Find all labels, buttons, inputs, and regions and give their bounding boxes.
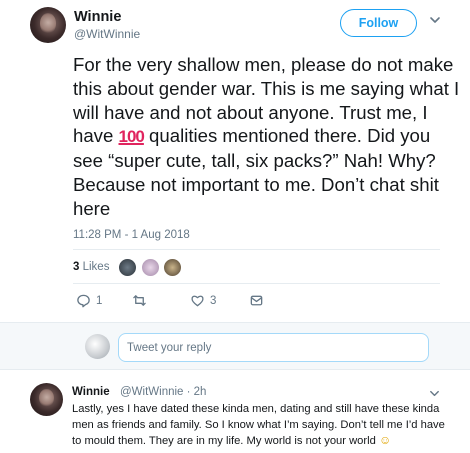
reply-count: 1 [96, 294, 103, 307]
likes-label: Likes [82, 261, 110, 273]
likes-number: 3 [73, 261, 80, 273]
divider [73, 249, 440, 250]
tweet-text: For the very shallow men, please do not … [73, 53, 463, 221]
direct-message-icon [250, 295, 263, 306]
reply-author-name[interactable]: Winnie [72, 386, 110, 398]
heart-icon [191, 295, 204, 307]
reply-author-avatar[interactable] [30, 383, 63, 416]
hundred-points-emoji: 100 [118, 127, 145, 147]
author-handle[interactable]: @WitWinnie [74, 27, 140, 41]
chevron-down-icon[interactable] [428, 387, 441, 400]
retweet-icon [133, 295, 146, 306]
like-button[interactable]: 3 [190, 293, 216, 308]
chevron-down-icon[interactable] [428, 13, 442, 27]
reply-icon [77, 294, 90, 308]
liker-avatar[interactable] [163, 258, 182, 277]
reply-button[interactable]: 1 [76, 293, 102, 308]
tweet-timestamp[interactable]: 11:28 PM - 1 Aug 2018 [73, 229, 190, 241]
author-avatar[interactable] [30, 7, 66, 43]
reply-input[interactable] [118, 333, 429, 362]
smiling-face-emoji: ☺ [378, 433, 392, 447]
liker-avatar[interactable] [141, 258, 160, 277]
like-count: 3 [210, 294, 217, 307]
current-user-avatar [85, 334, 110, 359]
follow-button[interactable]: Follow [340, 9, 417, 37]
divider [73, 283, 440, 284]
direct-message-button[interactable] [249, 293, 264, 308]
reply-text: Lastly, yes I have dated these kinda men… [72, 402, 447, 450]
reply-author-handle[interactable]: @WitWinnie · 2h [120, 386, 206, 398]
liker-avatar[interactable] [118, 258, 137, 277]
likes-count[interactable]: 3 Likes [73, 261, 109, 273]
retweet-button[interactable] [132, 293, 152, 308]
author-name[interactable]: Winnie [74, 9, 121, 25]
